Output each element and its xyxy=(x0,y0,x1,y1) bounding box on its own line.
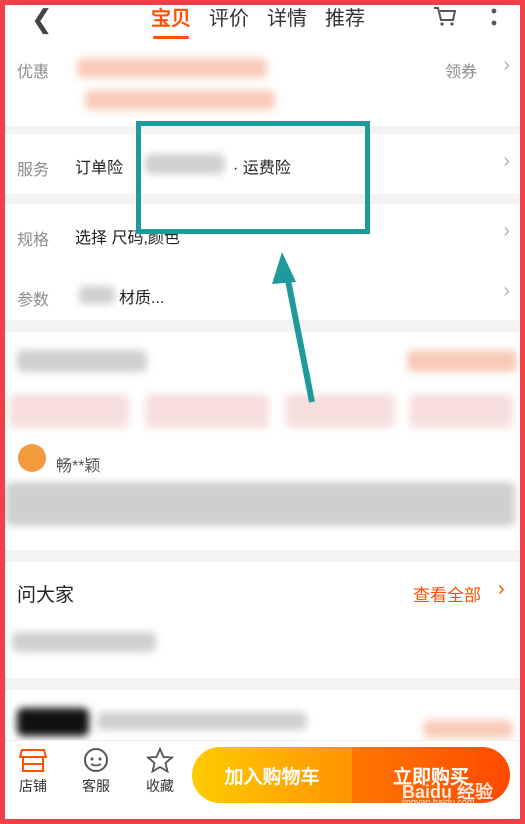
watermark-url: jingyan.baidu.com xyxy=(402,797,475,807)
highlight-box xyxy=(136,121,370,234)
